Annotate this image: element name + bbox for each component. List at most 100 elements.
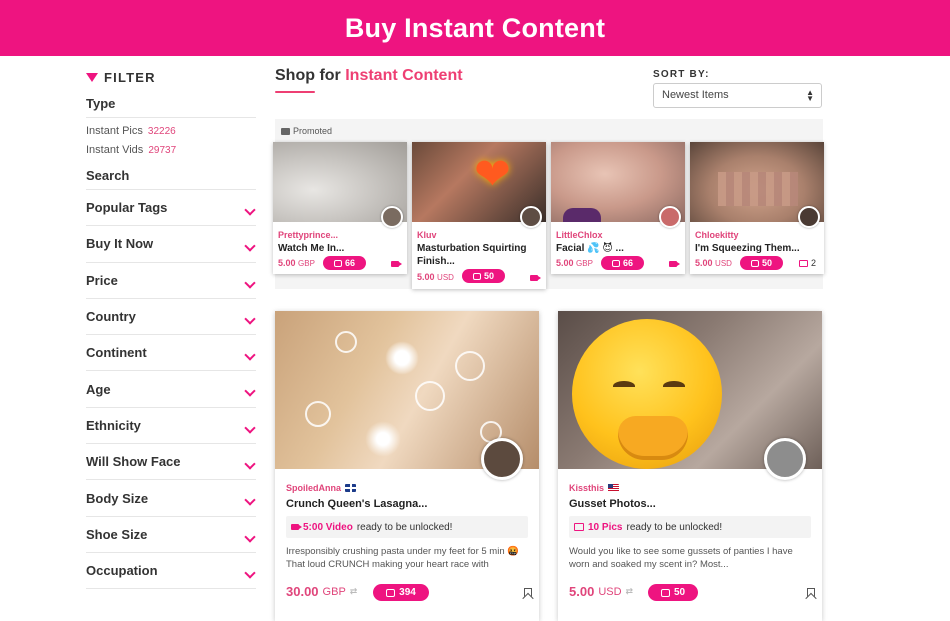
bookmark-icon[interactable]: [807, 588, 815, 598]
sort-select[interactable]: Newest Items ▲ ▼: [653, 83, 822, 108]
item-title-line: Finish...: [417, 256, 455, 267]
chevron-down-icon: [244, 385, 256, 398]
filter-ethnicity[interactable]: Ethnicity: [86, 408, 256, 445]
item-price: 5.00 USD: [417, 272, 454, 282]
count-value: 50: [761, 258, 772, 268]
count-value: 66: [344, 258, 355, 268]
filter-section-label: Body Size: [86, 490, 149, 506]
select-arrows-icon: ▲ ▼: [806, 88, 814, 103]
filter-age[interactable]: Age: [86, 371, 256, 408]
price-value: 5.00: [556, 258, 574, 268]
tokens-icon: [472, 272, 481, 280]
seller-name[interactable]: Kluv: [417, 230, 437, 240]
item-title[interactable]: Facial 💦 😈 ...: [556, 242, 682, 255]
currency-convert-icon[interactable]: ⇄: [626, 586, 634, 597]
shop-heading-prefix: Shop for: [275, 67, 341, 84]
bookmark-icon[interactable]: [524, 588, 532, 598]
filter-section-label: Ethnicity: [86, 417, 141, 433]
chevron-down-icon: [244, 531, 256, 543]
media-type: [530, 273, 541, 283]
filter-section-label: Will Show Face: [86, 454, 181, 470]
chevron-down-icon: [244, 313, 256, 325]
seller-name[interactable]: Kissthis: [569, 483, 620, 493]
item-card[interactable]: SpoiledAnna Crunch Queen's Lasagna... 5:…: [275, 311, 539, 621]
seller-name[interactable]: Chloekitty: [695, 230, 739, 240]
promoted-card[interactable]: ❤ Kluv Masturbation Squirting Finish... …: [412, 142, 546, 289]
chevron-down-icon: [244, 240, 256, 252]
type-option-pics[interactable]: Instant Pics 32226: [86, 125, 256, 137]
count-value: 66: [622, 258, 633, 268]
filter-shoe-size[interactable]: Shoe Size: [86, 517, 256, 553]
seller-avatar[interactable]: [520, 206, 542, 228]
item-title-line: Masturbation Squirting: [417, 243, 527, 254]
filter-popular-tags[interactable]: Popular Tags: [86, 190, 256, 227]
count-value: 50: [673, 587, 686, 598]
price-currency: GBP: [576, 259, 593, 268]
filter-country[interactable]: Country: [86, 299, 256, 336]
unlock-highlight: 10 Pics: [588, 521, 623, 533]
filter-section-label: Continent: [86, 345, 147, 361]
seller-avatar[interactable]: [798, 206, 820, 228]
promoted-card[interactable]: LittleChlox Facial 💦 😈 ... 5.00 GBP 66: [551, 142, 685, 274]
item-price: 30.00 GBP ⇄: [286, 584, 357, 599]
chevron-down-icon: [244, 458, 256, 470]
item-price: 5.00 USD ⇄: [569, 584, 633, 599]
pics-count: 2: [810, 258, 816, 268]
emoji-eye: [613, 381, 635, 391]
price-value: 5.00: [278, 258, 296, 268]
type-option-count: 32226: [147, 126, 176, 137]
bokeh-circle: [455, 351, 485, 381]
promoted-card[interactable]: Prettyprince... Watch Me In... 5.00 GBP …: [273, 142, 407, 274]
item-card[interactable]: Kissthis Gusset Photos... 10 Pics ready …: [558, 311, 822, 621]
type-option-vids[interactable]: Instant Vids 29737: [86, 144, 256, 156]
item-title[interactable]: Crunch Queen's Lasagna...: [286, 498, 427, 510]
item-description: Would you like to see some gussets of pa…: [569, 546, 793, 570]
filter-will-show-face[interactable]: Will Show Face: [86, 444, 256, 481]
ad-icon: [281, 127, 290, 135]
chevron-down-icon: [244, 567, 256, 579]
currency-convert-icon[interactable]: ⇄: [350, 586, 358, 597]
video-camera-icon: [291, 524, 302, 530]
item-title[interactable]: I'm Squeezing Them...: [695, 242, 821, 255]
filter-heading[interactable]: FILTER: [86, 70, 256, 85]
item-title-line: I'm Squeezing Them...: [695, 243, 800, 254]
page-title: Buy Instant Content: [344, 12, 606, 43]
seller-name-text: Kissthis: [569, 483, 605, 493]
filter-occupation[interactable]: Occupation: [86, 553, 256, 590]
filter-section-label: Popular Tags: [86, 200, 168, 216]
seller-name[interactable]: LittleChlox: [556, 230, 603, 240]
seller-avatar[interactable]: [764, 438, 806, 480]
photo-icon: [574, 523, 584, 531]
price-currency: USD: [598, 585, 622, 598]
seller-name[interactable]: Prettyprince...: [278, 230, 338, 240]
bokeh-circle: [415, 381, 445, 411]
seller-name[interactable]: SpoiledAnna: [286, 483, 357, 493]
search-section[interactable]: Search: [86, 168, 256, 190]
count-value: 394: [399, 587, 416, 598]
promoted-card[interactable]: Chloekitty I'm Squeezing Them... 5.00 US…: [690, 142, 824, 274]
pixelated-blur: [718, 172, 798, 206]
item-count-badge: 66: [323, 256, 366, 270]
item-title[interactable]: Watch Me In...: [278, 242, 404, 255]
filter-price[interactable]: Price: [86, 263, 256, 299]
unlock-info: 5:00 Video ready to be unlocked!: [286, 516, 528, 538]
seller-avatar[interactable]: [381, 206, 403, 228]
seller-avatar[interactable]: [659, 206, 681, 228]
item-count-badge: 394: [373, 584, 429, 601]
chevron-down-icon: [244, 422, 256, 434]
filter-section-label: Shoe Size: [86, 526, 148, 542]
filter-buy-it-now[interactable]: Buy It Now: [86, 226, 256, 263]
item-title[interactable]: Gusset Photos...: [569, 498, 656, 510]
item-description: Irresponsibly crushing pasta under my fe…: [286, 546, 520, 570]
uk-flag-icon: [345, 484, 357, 492]
tokens-icon: [333, 259, 342, 267]
unlock-text: ready to be unlocked!: [356, 521, 453, 533]
filter-continent[interactable]: Continent: [86, 335, 256, 372]
filter-body-size[interactable]: Body Size: [86, 480, 256, 517]
item-title[interactable]: Masturbation Squirting Finish...: [417, 242, 543, 268]
item-price: 5.00 GBP: [278, 258, 315, 268]
price-value: 30.00: [286, 584, 319, 599]
type-option-count: 29737: [148, 145, 177, 156]
type-section-title: Type: [86, 96, 256, 118]
seller-avatar[interactable]: [481, 438, 523, 480]
